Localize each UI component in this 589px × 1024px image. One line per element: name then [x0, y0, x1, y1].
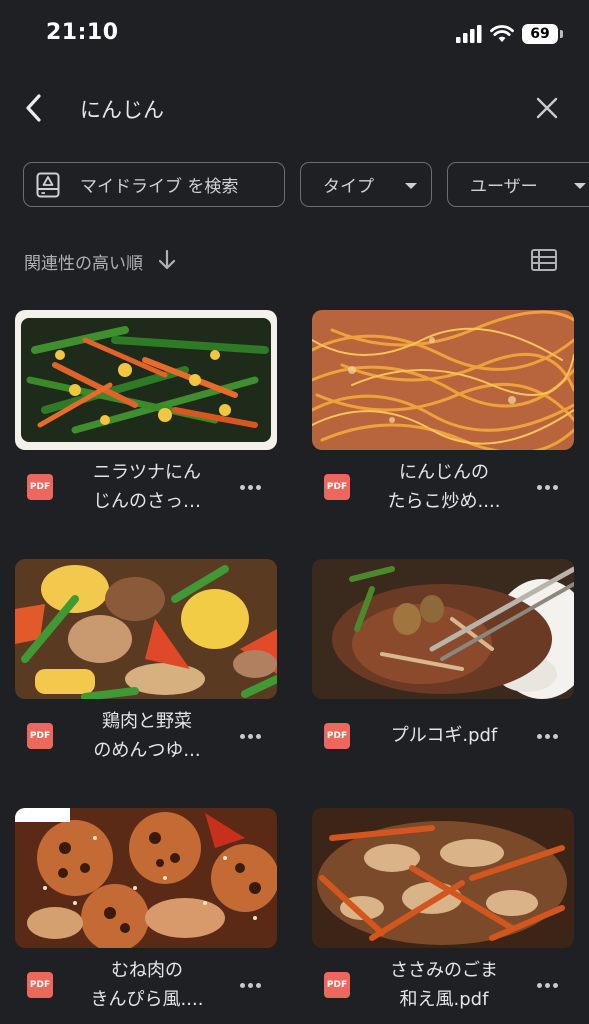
type-filter-label: タイプ: [323, 177, 374, 197]
file-thumbnail[interactable]: [312, 310, 574, 450]
pdf-file-icon: PDF: [27, 723, 53, 749]
wifi-icon: [490, 25, 514, 42]
file-name-line: プルコギ.pdf: [390, 725, 498, 746]
pdf-file-icon: PDF: [27, 972, 53, 998]
file-name-line: ささみのごま: [390, 960, 498, 981]
drive-search-screen: 21:10 69 にんじん マイドライブ を検索 タイプ ユーザー 関連性の高い…: [0, 0, 589, 1024]
file-name[interactable]: にんじんの たらこ炒め....: [364, 458, 524, 516]
cellular-signal-icon: [456, 25, 482, 43]
status-bar: 21:10 69: [0, 0, 589, 70]
more-options-button[interactable]: [235, 721, 265, 751]
drive-icon: [36, 172, 60, 197]
more-options-button[interactable]: [235, 970, 265, 1000]
arrow-down-icon[interactable]: [157, 249, 177, 271]
file-name-line: じんのさっ…: [93, 491, 201, 512]
sort-order-label[interactable]: 関連性の高い順: [24, 249, 143, 274]
file-meta: PDF プルコギ.pdf: [312, 705, 574, 769]
more-options-button[interactable]: [532, 472, 562, 502]
file-thumbnail[interactable]: [312, 808, 574, 948]
file-name-line: のめんつゆ...: [93, 740, 201, 761]
chevron-left-icon: [26, 94, 41, 122]
my-drive-filter-label: マイドライブ を検索: [80, 177, 239, 197]
dropdown-caret-icon: [405, 183, 417, 189]
status-icons: 69: [456, 24, 563, 44]
close-icon: [536, 97, 558, 119]
file-name-line: ニラツナにん: [93, 462, 201, 483]
my-drive-filter-chip[interactable]: マイドライブ を検索: [23, 162, 285, 207]
list-view-icon[interactable]: [529, 246, 559, 274]
file-meta: PDF にんじんの たらこ炒め....: [312, 456, 574, 520]
file-name-line: にんじんの: [399, 462, 489, 483]
more-options-button[interactable]: [235, 472, 265, 502]
file-thumbnail[interactable]: [312, 559, 574, 699]
file-name[interactable]: プルコギ.pdf: [364, 721, 524, 750]
pdf-file-icon: PDF: [324, 972, 350, 998]
file-name-line: たらこ炒め....: [387, 491, 501, 512]
back-button[interactable]: [14, 88, 54, 128]
user-filter-label: ユーザー: [470, 177, 538, 197]
battery-level: 69: [530, 26, 550, 42]
file-name-line: 和え風.pdf: [399, 989, 489, 1010]
file-name[interactable]: 鶏肉と野菜 のめんつゆ...: [67, 707, 227, 765]
more-options-button[interactable]: [532, 970, 562, 1000]
status-time: 21:10: [46, 20, 119, 45]
search-header: にんじん: [0, 80, 589, 136]
pdf-file-icon: PDF: [324, 723, 350, 749]
file-meta: PDF 鶏肉と野菜 のめんつゆ...: [15, 705, 277, 769]
file-thumbnail[interactable]: [15, 808, 277, 948]
file-thumbnail[interactable]: [15, 559, 277, 699]
dropdown-caret-icon: [574, 183, 586, 189]
file-name[interactable]: ささみのごま 和え風.pdf: [364, 956, 524, 1014]
more-options-button[interactable]: [532, 721, 562, 751]
file-meta: PDF むね肉の きんぴら風....: [15, 954, 277, 1018]
file-name-line: きんぴら風....: [90, 989, 204, 1010]
file-meta: PDF ニラツナにん じんのさっ…: [15, 456, 277, 520]
file-meta: PDF ささみのごま 和え風.pdf: [312, 954, 574, 1018]
pdf-file-icon: PDF: [27, 474, 53, 500]
user-filter-chip[interactable]: ユーザー: [447, 162, 589, 207]
filter-chips: マイドライブ を検索 タイプ ユーザー: [0, 162, 589, 208]
sort-row: 関連性の高い順: [0, 240, 589, 280]
clear-search-button[interactable]: [527, 88, 567, 128]
battery-nub: [560, 30, 563, 38]
search-input[interactable]: にんじん: [80, 94, 164, 124]
file-name-line: 鶏肉と野菜: [102, 711, 192, 732]
file-name-line: むね肉の: [111, 960, 183, 981]
type-filter-chip[interactable]: タイプ: [300, 162, 432, 207]
file-name[interactable]: むね肉の きんぴら風....: [67, 956, 227, 1014]
battery-icon: 69: [522, 24, 558, 44]
file-thumbnail[interactable]: [15, 310, 277, 450]
pdf-file-icon: PDF: [324, 474, 350, 500]
file-name[interactable]: ニラツナにん じんのさっ…: [67, 458, 227, 516]
